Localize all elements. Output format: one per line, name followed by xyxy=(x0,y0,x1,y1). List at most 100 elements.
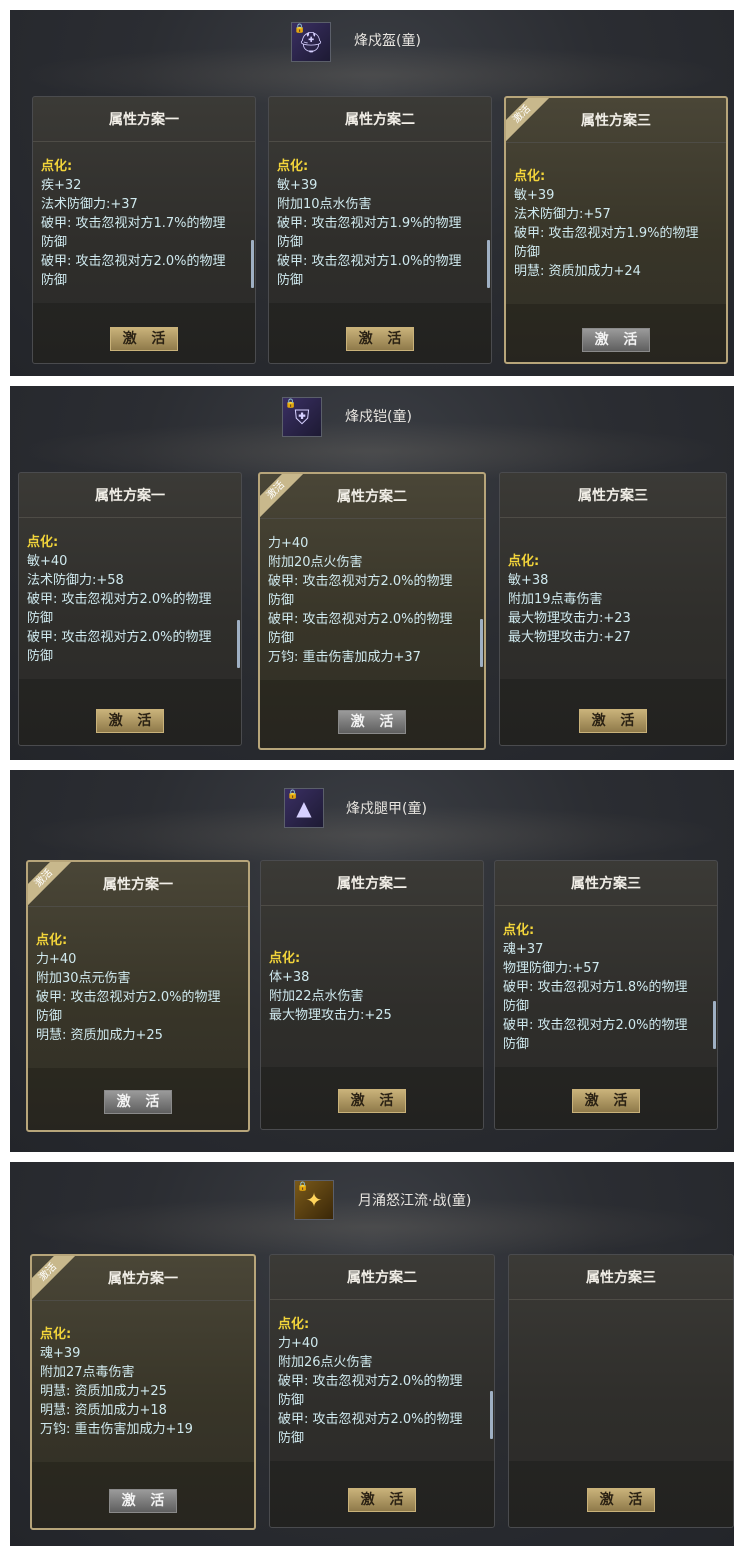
equipment-name: 烽戍铠(童) xyxy=(345,409,412,425)
attribute-line: 附加20点火伤害 xyxy=(268,554,363,570)
panel-header: 🔒 ⛑ 烽戍盔(童) xyxy=(10,16,734,66)
attribute-line: 万钧: 重击伤害加成力+37 xyxy=(268,649,421,665)
card-title: 属性方案一 xyxy=(95,488,165,504)
activate-button[interactable]: 激 活 xyxy=(110,327,178,351)
attribute-line: 点化: xyxy=(514,169,546,184)
attribute-line: 点化: xyxy=(508,553,540,569)
divider xyxy=(506,142,726,143)
attribute-line: 点化: xyxy=(40,1327,72,1342)
attribute-plan-card: 属性方案一 点化: 敏+40 法术防御力:+58 破甲: 攻击忽视对方2.0%的… xyxy=(18,472,242,746)
equipment-name: 月涌怒江流·战(童) xyxy=(358,1193,472,1209)
divider xyxy=(495,905,717,906)
attribute-plan-card: 属性方案二 点化: 体+38 附加22点水伤害 最大物理攻击力:+25 激 活 xyxy=(260,860,484,1130)
attribute-list[interactable]: 点化: 魂+37 物理防御力:+57 破甲: 攻击忽视对方1.8%的物理 防御 … xyxy=(503,907,709,1067)
attribute-list[interactable] xyxy=(517,1301,725,1461)
attribute-line: 附加30点元伤害 xyxy=(36,971,131,986)
scrollbar[interactable] xyxy=(487,240,490,288)
activate-button[interactable]: 激 活 xyxy=(348,1488,416,1512)
attribute-line: 点化: xyxy=(36,933,68,948)
attribute-plan-card: 属性方案二 点化: 敏+39 附加10点水伤害 破甲: 攻击忽视对方1.9%的物… xyxy=(268,96,492,364)
attribute-list[interactable]: 点化: 体+38 附加22点水伤害 最大物理攻击力:+25 xyxy=(269,907,475,1067)
attribute-line: 点化: xyxy=(269,951,301,966)
attribute-line: 力+40 xyxy=(278,1335,319,1351)
scrollbar[interactable] xyxy=(480,619,483,667)
attribute-line: 破甲: 攻击忽视对方1.7%的物理 xyxy=(41,215,226,231)
attribute-line: 防御 xyxy=(277,234,304,250)
divider xyxy=(500,517,726,518)
equipment-panel-4: 🔒 ✦ 月涌怒江流·战(童) 激活 属性方案一 点化: 魂+39 附加27点毒伤害… xyxy=(10,1162,734,1546)
leg-armor-icon[interactable]: 🔒 ▲ xyxy=(284,788,324,828)
attribute-plan-card-active: 激活 属性方案一 点化: 魂+39 附加27点毒伤害 明慧: 资质加成力+25 … xyxy=(30,1254,256,1530)
scrollbar[interactable] xyxy=(713,1001,716,1049)
attribute-line: 防御 xyxy=(278,1430,305,1446)
activate-button[interactable]: 激 活 xyxy=(109,1489,177,1513)
attribute-line: 体+38 xyxy=(269,970,310,985)
attribute-list[interactable]: 点化: 力+40 附加30点元伤害 破甲: 攻击忽视对方2.0%的物理 防御 明… xyxy=(36,908,240,1068)
divider xyxy=(269,141,491,142)
activate-button[interactable]: 激 活 xyxy=(96,709,164,733)
attribute-list[interactable]: 点化: 魂+39 附加27点毒伤害 明慧: 资质加成力+25 明慧: 资质加成力… xyxy=(40,1302,246,1462)
activate-button[interactable]: 激 活 xyxy=(338,1089,406,1113)
attribute-line: 附加27点毒伤害 xyxy=(40,1365,135,1380)
lock-icon: 🔒 xyxy=(287,790,299,800)
activate-button[interactable]: 激 活 xyxy=(572,1089,640,1113)
attribute-line: 法术防御力:+57 xyxy=(514,207,611,222)
attribute-line: 防御 xyxy=(36,1009,63,1024)
card-title: 属性方案二 xyxy=(337,489,407,505)
panel-header: 🔒 ✦ 月涌怒江流·战(童) xyxy=(10,1168,734,1220)
attribute-line: 破甲: 攻击忽视对方2.0%的物理 xyxy=(278,1373,463,1389)
attribute-line: 附加10点水伤害 xyxy=(277,196,372,212)
attribute-line: 破甲: 攻击忽视对方2.0%的物理 xyxy=(36,990,221,1005)
weapon-icon[interactable]: 🔒 ✦ xyxy=(294,1180,334,1220)
attribute-list[interactable]: 点化: 力+40 附加26点火伤害 破甲: 攻击忽视对方2.0%的物理 防御 破… xyxy=(278,1301,486,1461)
scrollbar[interactable] xyxy=(490,1391,493,1439)
attribute-list[interactable]: 力+40 附加20点火伤害 破甲: 攻击忽视对方2.0%的物理 防御 破甲: 攻… xyxy=(268,520,476,680)
attribute-list[interactable]: 点化: 敏+38 附加19点毒伤害 最大物理攻击力:+23 最大物理攻击力:+2… xyxy=(508,519,718,679)
attribute-plan-card: 属性方案一 点化: 疾+32 法术防御力:+37 破甲: 攻击忽视对方1.7%的… xyxy=(32,96,256,364)
attribute-line: 点化: xyxy=(278,1316,310,1332)
equipment-panel-2: 🔒 ⛨ 烽戍铠(童) 属性方案一 点化: 敏+40 法术防御力:+58 破甲: 攻… xyxy=(10,386,734,760)
activate-button[interactable]: 激 活 xyxy=(104,1090,172,1114)
attribute-line: 附加22点水伤害 xyxy=(269,989,364,1004)
attribute-line: 防御 xyxy=(41,234,68,250)
attribute-line: 破甲: 攻击忽视对方2.0%的物理 xyxy=(278,1411,463,1427)
attribute-line: 敏+39 xyxy=(277,177,318,193)
divider xyxy=(32,1300,254,1301)
attribute-list[interactable]: 点化: 敏+40 法术防御力:+58 破甲: 攻击忽视对方2.0%的物理 防御 … xyxy=(27,519,233,679)
panel-header: 🔒 ▲ 烽戍腿甲(童) xyxy=(10,776,734,828)
activate-button[interactable]: 激 活 xyxy=(346,327,414,351)
activate-button[interactable]: 激 活 xyxy=(579,709,647,733)
armor-icon[interactable]: 🔒 ⛨ xyxy=(282,397,322,437)
attribute-line: 防御 xyxy=(27,610,54,626)
activate-button[interactable]: 激 活 xyxy=(582,328,650,352)
attribute-line: 最大物理攻击力:+23 xyxy=(508,610,631,626)
lock-icon: 🔒 xyxy=(297,1182,309,1192)
attribute-line: 法术防御力:+37 xyxy=(41,196,138,212)
attribute-line: 防御 xyxy=(27,648,54,664)
attribute-line: 破甲: 攻击忽视对方1.9%的物理 xyxy=(514,226,699,241)
scrollbar[interactable] xyxy=(251,240,254,288)
attribute-list[interactable]: 点化: 疾+32 法术防御力:+37 破甲: 攻击忽视对方1.7%的物理 防御 … xyxy=(41,143,247,303)
attribute-line: 敏+38 xyxy=(508,572,549,588)
scrollbar[interactable] xyxy=(237,620,240,668)
activate-button[interactable]: 激 活 xyxy=(587,1488,655,1512)
attribute-list[interactable]: 点化: 敏+39 法术防御力:+57 破甲: 攻击忽视对方1.9%的物理 防御 … xyxy=(514,144,718,304)
divider xyxy=(509,1299,733,1300)
attribute-line: 防御 xyxy=(268,630,295,646)
attribute-line: 防御 xyxy=(268,592,295,608)
attribute-line: 附加26点火伤害 xyxy=(278,1354,373,1370)
helmet-icon[interactable]: 🔒 ⛑ xyxy=(291,22,331,62)
divider xyxy=(28,906,248,907)
attribute-plan-card: 属性方案三 点化: 魂+37 物理防御力:+57 破甲: 攻击忽视对方1.8%的… xyxy=(494,860,718,1130)
card-title: 属性方案一 xyxy=(109,112,179,128)
attribute-line: 物理防御力:+57 xyxy=(503,960,600,976)
activate-button[interactable]: 激 活 xyxy=(338,710,406,734)
attribute-list[interactable]: 点化: 敏+39 附加10点水伤害 破甲: 攻击忽视对方1.9%的物理 防御 破… xyxy=(277,143,483,303)
attribute-line: 点化: xyxy=(277,158,309,174)
attribute-line: 明慧: 资质加成力+25 xyxy=(36,1028,163,1043)
divider xyxy=(33,141,255,142)
attribute-line: 最大物理攻击力:+27 xyxy=(508,629,631,645)
attribute-line: 防御 xyxy=(514,245,541,260)
card-title: 属性方案三 xyxy=(571,876,641,892)
attribute-line: 点化: xyxy=(41,158,73,174)
